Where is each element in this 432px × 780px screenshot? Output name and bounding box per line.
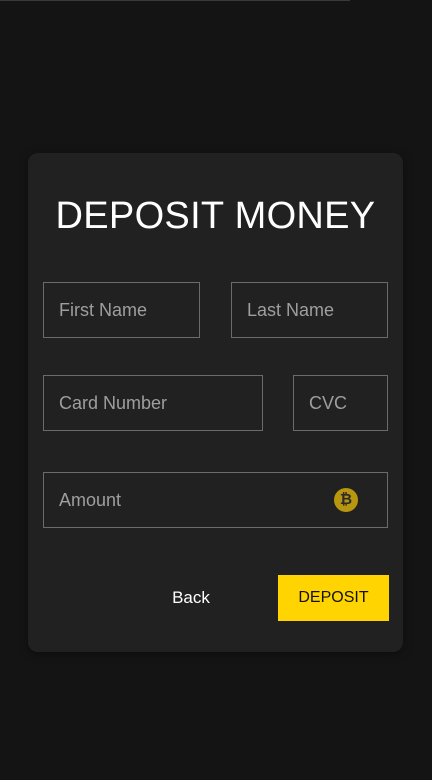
bitcoin-icon: ₿ (334, 488, 358, 512)
last-name-input[interactable] (231, 282, 388, 338)
top-divider (0, 0, 350, 1)
cvc-input[interactable] (293, 375, 388, 431)
first-name-input[interactable] (43, 282, 200, 338)
deposit-card: DEPOSIT MONEY ₿ Back DEPOSIT (28, 153, 403, 652)
card-number-input[interactable] (43, 375, 263, 431)
back-button[interactable]: Back (153, 575, 229, 621)
page-title: DEPOSIT MONEY (55, 195, 376, 237)
deposit-button[interactable]: DEPOSIT (278, 575, 389, 621)
